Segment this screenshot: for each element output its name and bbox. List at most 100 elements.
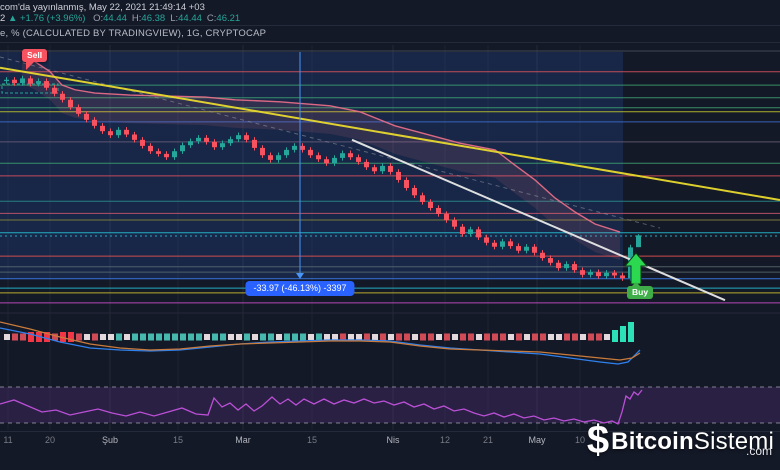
oscillator-bar bbox=[524, 334, 530, 340]
oscillator-bar bbox=[316, 334, 322, 341]
candle-body bbox=[484, 237, 489, 242]
candle-body bbox=[76, 107, 81, 114]
candle-body bbox=[332, 158, 337, 163]
oscillator-bar bbox=[92, 334, 98, 341]
candle-body bbox=[420, 195, 425, 202]
candle-body bbox=[300, 146, 305, 150]
candle-body bbox=[364, 162, 369, 167]
oscillator-bar bbox=[308, 334, 314, 340]
candle-body bbox=[148, 146, 153, 151]
oscillator-bar bbox=[276, 334, 282, 340]
candle-body bbox=[132, 135, 137, 140]
candle-body bbox=[236, 135, 241, 139]
oscillator-bar bbox=[156, 334, 162, 341]
candle-body bbox=[620, 275, 625, 278]
measure-box[interactable] bbox=[0, 52, 623, 279]
oscillator-bar bbox=[100, 334, 106, 340]
oscillator-bar bbox=[548, 334, 554, 340]
x-axis-label: 15 bbox=[173, 435, 183, 445]
tradingview-chart-screenshot: com'da yayınlanmış, May 22, 2021 21:49:1… bbox=[0, 0, 780, 470]
oscillator-bar bbox=[252, 334, 258, 340]
indicator-title[interactable]: e, % (CALCULATED BY TRADINGVIEW), 1G, CR… bbox=[0, 28, 266, 39]
oscillator-bar bbox=[244, 334, 250, 341]
candle-body bbox=[444, 214, 449, 220]
candle-body bbox=[324, 159, 329, 163]
price-change-row[interactable]: 2 ▲ +1.76 (+3.96%) O:44.44H:46.38L:44.44… bbox=[0, 13, 240, 24]
oscillator-bar bbox=[540, 334, 546, 341]
candle-body bbox=[268, 155, 273, 160]
candle-body bbox=[164, 154, 169, 157]
oscillator-bar bbox=[468, 334, 474, 341]
candle-body bbox=[108, 131, 113, 135]
oscillator-bar bbox=[604, 334, 610, 340]
candle-body bbox=[556, 263, 561, 268]
oscillator-bar bbox=[348, 334, 354, 340]
oscillator-bar bbox=[588, 334, 594, 341]
oscillator-bar bbox=[180, 334, 186, 341]
oscillator-bar bbox=[436, 334, 442, 340]
x-axis-label: 20 bbox=[45, 435, 55, 445]
candle-body bbox=[348, 153, 353, 157]
chart-canvas[interactable] bbox=[0, 0, 780, 470]
candle-body bbox=[436, 208, 441, 214]
candle-body bbox=[228, 139, 233, 143]
oscillator-bar bbox=[236, 334, 242, 340]
candle-body bbox=[372, 167, 377, 171]
oscillator-bar bbox=[332, 334, 338, 340]
oscillator-bar bbox=[380, 334, 386, 341]
x-axis-label: Şub bbox=[102, 435, 118, 445]
candle-body bbox=[340, 153, 345, 158]
oscillator-bar bbox=[356, 334, 362, 340]
change-value: ▲ +1.76 (+3.96%) bbox=[8, 13, 86, 24]
oscillator-bar bbox=[396, 334, 402, 341]
candle-body bbox=[4, 80, 9, 81]
candle-body bbox=[524, 247, 529, 251]
pane-separator bbox=[0, 42, 780, 43]
oscillator-bar bbox=[164, 334, 170, 341]
candle-body bbox=[548, 258, 553, 263]
candle-body bbox=[612, 273, 617, 276]
oscillator-bar bbox=[444, 334, 450, 341]
oscillator-bar bbox=[4, 334, 10, 340]
candle-body bbox=[388, 166, 393, 172]
oscillator-bar bbox=[556, 334, 562, 340]
oscillator-bar bbox=[500, 334, 506, 341]
measure-tool-label[interactable]: -33.97 (-46.13%) -3397 bbox=[245, 281, 354, 296]
site-watermark: $ BitcoinSistemi .com bbox=[587, 420, 774, 460]
candle-body bbox=[276, 155, 281, 160]
oscillator-bar bbox=[228, 334, 234, 340]
candle-body bbox=[60, 94, 65, 100]
candle-body bbox=[540, 253, 545, 258]
candle-body bbox=[156, 151, 161, 154]
oscillator-bar bbox=[12, 334, 18, 341]
oscillator-bar bbox=[196, 334, 202, 341]
oscillator-bar bbox=[508, 334, 514, 340]
oscillator-bar bbox=[620, 326, 626, 342]
x-axis-label: Nis bbox=[387, 435, 400, 445]
oscillator-bar bbox=[628, 322, 634, 342]
candle-body bbox=[28, 78, 33, 83]
candle-body bbox=[292, 146, 297, 150]
candle-body bbox=[428, 202, 433, 208]
oscillator-bar bbox=[148, 334, 154, 341]
candle-body bbox=[396, 172, 401, 180]
candle-body bbox=[124, 130, 129, 135]
oscillator-bar bbox=[564, 334, 570, 341]
candle-body bbox=[44, 81, 49, 88]
x-axis-label: 11 bbox=[3, 435, 12, 445]
candle-body bbox=[588, 272, 593, 275]
candle-body bbox=[356, 157, 361, 162]
x-axis-label: May bbox=[528, 435, 545, 445]
oscillator-bar bbox=[84, 334, 90, 340]
candle-body bbox=[220, 143, 225, 147]
candle-body bbox=[116, 130, 121, 135]
oscillator-bar bbox=[412, 334, 418, 340]
candle-body bbox=[476, 229, 481, 237]
oscillator-bar bbox=[116, 334, 122, 341]
sell-signal-badge: Sell bbox=[22, 49, 47, 62]
published-timestamp: com'da yayınlanmış, May 22, 2021 21:49:1… bbox=[0, 2, 205, 13]
legend-separator bbox=[0, 25, 780, 26]
candle-body bbox=[492, 243, 497, 247]
oscillator-bar bbox=[364, 334, 370, 341]
buy-signal-badge: Buy bbox=[627, 286, 653, 299]
